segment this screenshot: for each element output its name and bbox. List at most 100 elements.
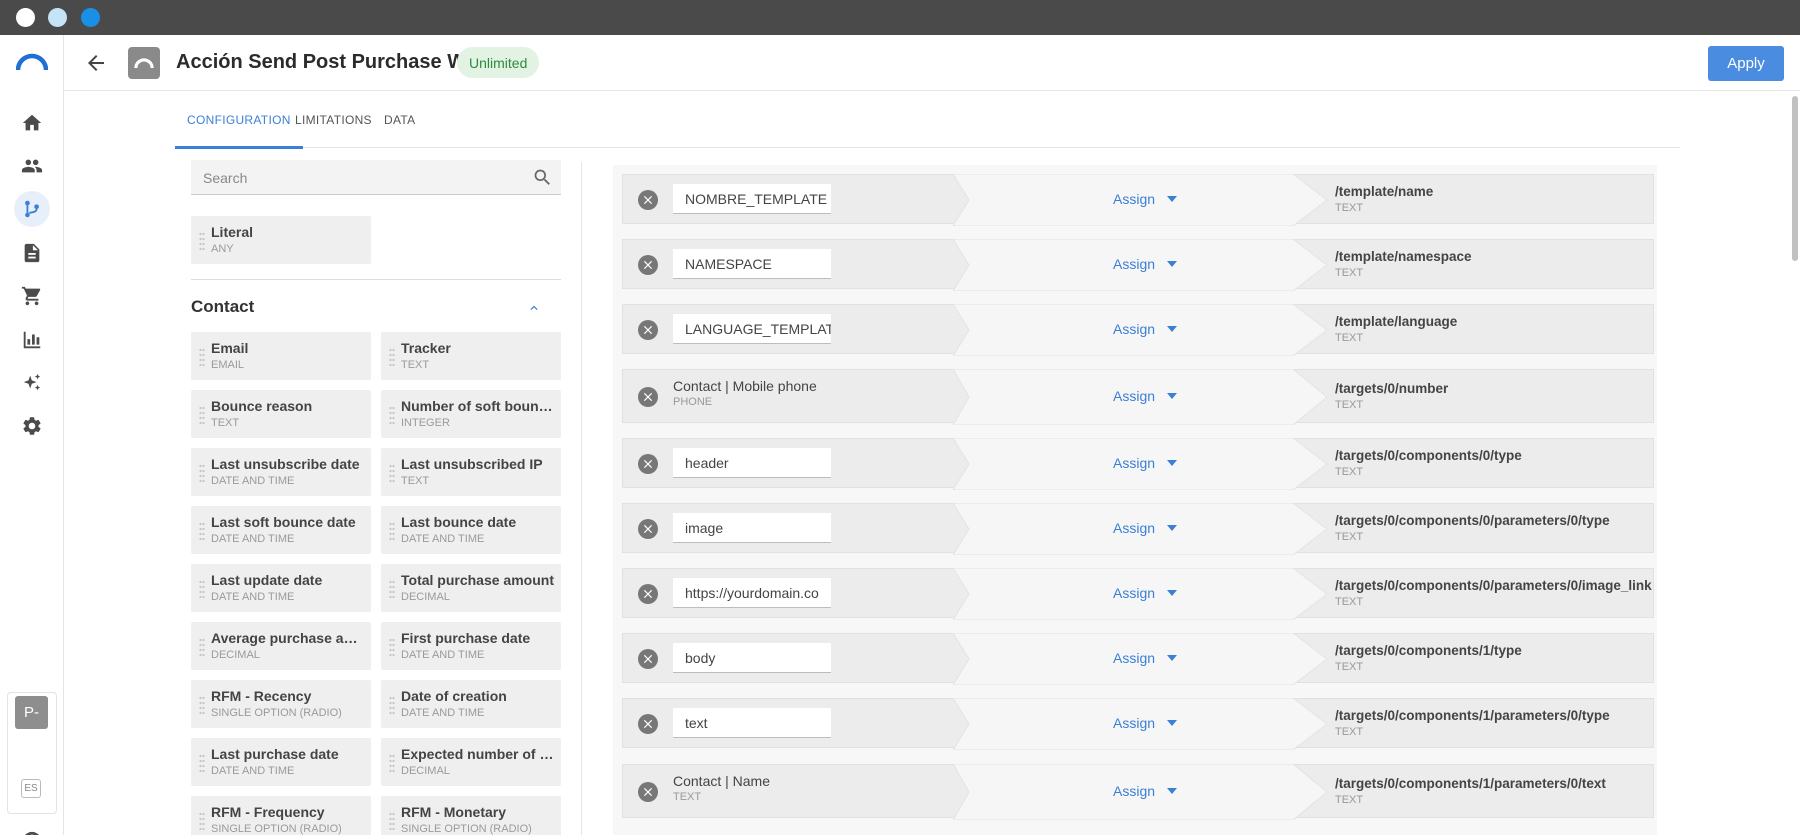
- source-field[interactable]: Contact | Name TEXT: [673, 773, 770, 803]
- remove-mapping-button[interactable]: [638, 387, 658, 407]
- remove-mapping-button[interactable]: [638, 190, 658, 210]
- field-card[interactable]: Last soft bounce date DATE AND TIME: [191, 506, 371, 554]
- assign-dropdown[interactable]: Assign: [1113, 455, 1178, 471]
- drag-handle-icon[interactable]: [199, 522, 205, 540]
- assign-dropdown[interactable]: Assign: [1113, 191, 1178, 207]
- field-card[interactable]: RFM - Monetary SINGLE OPTION (RADIO): [381, 796, 561, 835]
- field-card[interactable]: Tracker TEXT: [381, 332, 561, 380]
- back-arrow-icon[interactable]: [84, 51, 108, 75]
- assign-dropdown[interactable]: Assign: [1113, 520, 1178, 536]
- assign-dropdown[interactable]: Assign: [1113, 715, 1178, 731]
- drag-handle-icon[interactable]: [389, 406, 395, 424]
- field-card[interactable]: Bounce reason TEXT: [191, 390, 371, 438]
- nav-ai[interactable]: [14, 365, 50, 401]
- drag-handle-icon[interactable]: [199, 580, 205, 598]
- tab-configuration[interactable]: CONFIGURATION: [175, 91, 303, 149]
- drag-handle-icon[interactable]: [389, 464, 395, 482]
- caret-down-icon: [1167, 393, 1178, 399]
- destination-type: TEXT: [1335, 399, 1364, 411]
- field-card[interactable]: Last unsubscribe date DATE AND TIME: [191, 448, 371, 496]
- drag-handle-icon[interactable]: [389, 522, 395, 540]
- field-card[interactable]: Last bounce date DATE AND TIME: [381, 506, 561, 554]
- assign-dropdown[interactable]: Assign: [1113, 783, 1178, 799]
- drag-handle-icon[interactable]: [199, 754, 205, 772]
- field-card[interactable]: Number of soft bounces INTEGER: [381, 390, 561, 438]
- drag-handle-icon[interactable]: [199, 232, 205, 250]
- nav-home[interactable]: [14, 105, 50, 141]
- mapping-row: Assign/template/language TEXT: [622, 304, 1654, 356]
- assign-dropdown[interactable]: Assign: [1113, 321, 1178, 337]
- window-maximize-dot[interactable]: [81, 8, 100, 27]
- field-card[interactable]: Total purchase amount DECIMAL: [381, 564, 561, 612]
- brand-logo-icon[interactable]: [16, 53, 48, 71]
- search-input[interactable]: [191, 160, 511, 195]
- tab-limitations[interactable]: LIMITATIONS: [295, 91, 372, 148]
- drag-handle-icon[interactable]: [389, 754, 395, 772]
- nav-ecommerce[interactable]: [14, 278, 50, 314]
- remove-mapping-button[interactable]: [638, 584, 658, 604]
- nav-automation[interactable]: [14, 191, 50, 227]
- nav-contacts[interactable]: [14, 148, 50, 184]
- literal-value-input[interactable]: [673, 513, 831, 543]
- assign-dropdown[interactable]: Assign: [1113, 650, 1178, 666]
- drag-handle-icon[interactable]: [389, 812, 395, 830]
- field-card[interactable]: Email EMAIL: [191, 332, 371, 380]
- window-close-dot[interactable]: [16, 8, 35, 27]
- drag-handle-icon[interactable]: [199, 696, 205, 714]
- literal-value-input[interactable]: [673, 184, 831, 214]
- field-card[interactable]: Expected number of p... DECIMAL: [381, 738, 561, 786]
- drag-handle-icon[interactable]: [389, 580, 395, 598]
- literal-value-input[interactable]: [673, 448, 831, 478]
- literal-value-input[interactable]: [673, 643, 831, 673]
- window-minimize-dot[interactable]: [48, 8, 67, 27]
- remove-mapping-button[interactable]: [638, 649, 658, 669]
- literal-value-input[interactable]: [673, 578, 831, 608]
- remove-mapping-button[interactable]: [638, 255, 658, 275]
- field-card[interactable]: RFM - Frequency SINGLE OPTION (RADIO): [191, 796, 371, 835]
- field-card[interactable]: Average purchase amo... DECIMAL: [191, 622, 371, 670]
- language-badge[interactable]: ES: [21, 779, 41, 798]
- drag-handle-icon[interactable]: [199, 464, 205, 482]
- chevron-up-icon[interactable]: [527, 301, 541, 315]
- search-icon[interactable]: [532, 167, 553, 188]
- remove-mapping-button[interactable]: [638, 320, 658, 340]
- remove-mapping-button[interactable]: [638, 714, 658, 734]
- nav-content[interactable]: [14, 235, 50, 271]
- tab-data[interactable]: DATA: [384, 91, 415, 148]
- drag-handle-icon[interactable]: [199, 638, 205, 656]
- literal-value-input[interactable]: [673, 708, 831, 738]
- literal-value-input[interactable]: [673, 314, 831, 344]
- mapping-row: Assign/targets/0/components/0/type TEXT: [622, 438, 1654, 490]
- drag-handle-icon[interactable]: [389, 696, 395, 714]
- reports-icon: [23, 331, 41, 349]
- field-literal[interactable]: Literal ANY: [191, 216, 371, 264]
- nav-settings[interactable]: [14, 408, 50, 444]
- field-card[interactable]: RFM - Recency SINGLE OPTION (RADIO): [191, 680, 371, 728]
- field-card[interactable]: First purchase date DATE AND TIME: [381, 622, 561, 670]
- close-icon: [643, 195, 653, 205]
- literal-value-input[interactable]: [673, 249, 831, 279]
- apply-button[interactable]: Apply: [1708, 46, 1784, 81]
- field-card[interactable]: Last purchase date DATE AND TIME: [191, 738, 371, 786]
- nav-reports[interactable]: [14, 322, 50, 358]
- nav-user-account[interactable]: [14, 823, 50, 835]
- assign-dropdown[interactable]: Assign: [1113, 585, 1178, 601]
- remove-mapping-button[interactable]: [638, 454, 658, 474]
- drag-handle-icon[interactable]: [389, 348, 395, 366]
- workspace-badge[interactable]: P-: [15, 696, 48, 729]
- drag-handle-icon[interactable]: [199, 812, 205, 830]
- field-card[interactable]: Date of creation DATE AND TIME: [381, 680, 561, 728]
- drag-handle-icon[interactable]: [389, 638, 395, 656]
- brand-mark-icon: [134, 58, 154, 69]
- assign-dropdown[interactable]: Assign: [1113, 256, 1178, 272]
- drag-handle-icon[interactable]: [199, 406, 205, 424]
- drag-handle-icon[interactable]: [199, 348, 205, 366]
- field-card[interactable]: Last update date DATE AND TIME: [191, 564, 371, 612]
- field-card[interactable]: Last unsubscribed IP TEXT: [381, 448, 561, 496]
- remove-mapping-button[interactable]: [638, 782, 658, 802]
- scrollbar[interactable]: [1792, 96, 1798, 261]
- remove-mapping-button[interactable]: [638, 519, 658, 539]
- automation-icon: [25, 200, 39, 218]
- source-field[interactable]: Contact | Mobile phone PHONE: [673, 378, 817, 408]
- assign-dropdown[interactable]: Assign: [1113, 388, 1178, 404]
